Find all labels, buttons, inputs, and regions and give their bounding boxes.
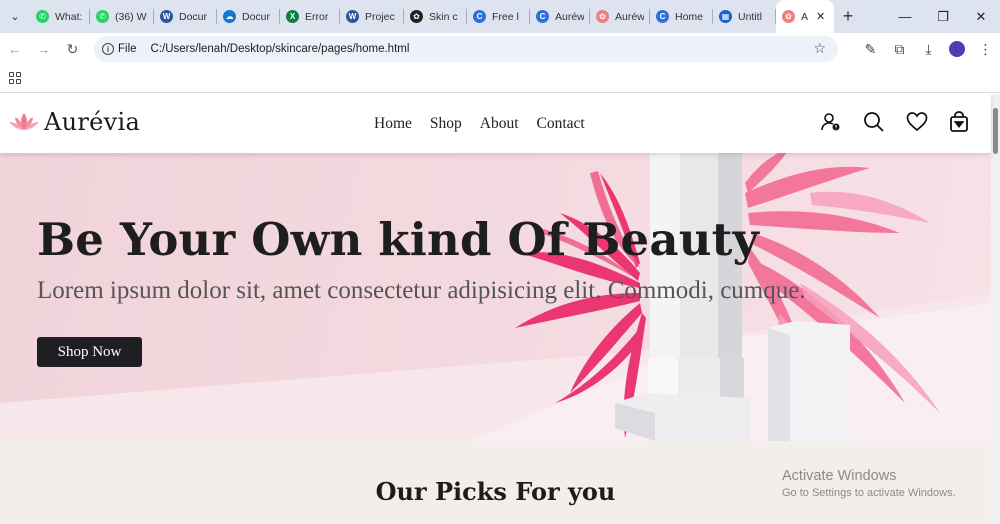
activate-subtitle: Go to Settings to activate Windows. <box>782 487 956 499</box>
tab-favicon-icon: C <box>536 10 549 23</box>
browser-menu-icon[interactable]: ⋮ <box>971 41 1000 58</box>
hero-subtitle: Lorem ipsum dolor sit, amet consectetur … <box>37 277 806 304</box>
tab-favicon-icon: C <box>656 10 669 23</box>
toolbar-actions: ✎ ⧉ ⤓ L ⋮ <box>856 33 1000 65</box>
apps-grid-icon[interactable] <box>9 72 21 84</box>
download-icon[interactable]: ⤓ <box>914 41 943 58</box>
tab-label: Error <box>305 10 329 23</box>
browser-tab[interactable]: W Projec <box>340 0 404 33</box>
tab-label: Docur <box>242 10 271 23</box>
our-picks-section: Our Picks For you Activate Windows Go to… <box>0 441 991 524</box>
tab-favicon-icon: ✿ <box>596 10 609 23</box>
tab-favicon-icon: X <box>286 10 299 23</box>
tab-favicon-icon: W <box>346 10 359 23</box>
tab-label: (36) W <box>115 10 147 23</box>
main-nav: Home Shop About Contact <box>374 115 585 133</box>
tab-favicon-icon: ☁ <box>223 10 236 23</box>
nav-about[interactable]: About <box>480 115 519 133</box>
hero-title: Be Your Own kind Of Beauty <box>37 213 759 266</box>
file-label: File <box>118 43 137 55</box>
tab-label: What: <box>55 10 83 23</box>
lotus-icon <box>9 113 39 130</box>
new-tab-button[interactable]: + <box>834 6 862 27</box>
search-icon[interactable] <box>863 111 885 133</box>
browser-tab[interactable]: ✿ Skin c <box>404 0 467 33</box>
page-scrollbar[interactable] <box>991 94 1000 524</box>
shopping-bag-icon[interactable] <box>949 111 969 133</box>
browser-tab[interactable]: X Error <box>280 0 340 33</box>
activate-windows-watermark: Activate Windows Go to Settings to activ… <box>782 468 956 499</box>
close-tab-icon[interactable]: ✕ <box>816 10 825 23</box>
site-header: Aurévia Home Shop About Contact <box>0 94 991 153</box>
tab-favicon-icon: ✆ <box>36 10 49 23</box>
bookmark-star-icon[interactable]: ☆ <box>813 40 826 57</box>
minimize-icon[interactable]: — <box>886 9 924 24</box>
tab-favicon-icon: ✿ <box>410 10 423 23</box>
browser-toolbar: ← → ↻ i File C:/Users/lenah/Desktop/skin… <box>0 33 1000 65</box>
address-bar[interactable]: i File C:/Users/lenah/Desktop/skincare/p… <box>94 36 838 62</box>
forward-icon[interactable]: → <box>29 41 58 57</box>
tab-label: Untitl <box>738 10 762 23</box>
hero-section: Be Your Own kind Of Beauty Lorem ipsum d… <box>0 153 991 441</box>
tab-label: A <box>801 10 809 23</box>
browser-tab[interactable]: ✿ Auréw <box>590 0 650 33</box>
tab-favicon-icon: ✿ <box>782 10 795 23</box>
restore-icon[interactable]: ❐ <box>924 9 962 25</box>
browser-tab[interactable]: C Home <box>650 0 713 33</box>
browser-tab[interactable]: C Free l <box>467 0 530 33</box>
tab-strip: ⌄ ✆ What: ✆ (36) W W Docur ☁ Docur X Error W Projec… <box>0 0 1000 33</box>
tab-label: Docur <box>179 10 208 23</box>
heart-icon[interactable] <box>906 111 928 133</box>
bookmarks-bar <box>0 65 1000 93</box>
back-icon[interactable]: ← <box>0 41 29 57</box>
close-window-icon[interactable]: ✕ <box>962 9 1000 25</box>
nav-shop[interactable]: Shop <box>430 115 462 133</box>
browser-tab[interactable]: ▦ Untitl <box>713 0 776 33</box>
scrollbar-thumb[interactable] <box>993 108 998 154</box>
profile-avatar[interactable]: L <box>949 41 965 57</box>
tab-label: Auréw <box>615 10 644 23</box>
tab-label: Skin c <box>429 10 458 23</box>
browser-tab[interactable]: ☁ Docur <box>217 0 280 33</box>
page-viewport: Aurévia Home Shop About Contact Be Your … <box>0 94 1000 524</box>
site-info-icon[interactable]: i <box>102 43 114 55</box>
tab-list: ✆ What: ✆ (36) W W Docur ☁ Docur X Error W Projec ✿ S… <box>30 0 834 33</box>
url-text[interactable]: C:/Users/lenah/Desktop/skincare/pages/ho… <box>151 43 410 55</box>
tab-label: Auréw <box>555 10 584 23</box>
nav-home[interactable]: Home <box>374 115 412 133</box>
tab-favicon-icon: W <box>160 10 173 23</box>
browser-tab[interactable]: ✿ A ✕ <box>776 0 834 33</box>
tab-search-icon[interactable]: ⌄ <box>0 0 30 33</box>
brand-name: Aurévia <box>44 108 141 136</box>
tab-label: Projec <box>365 10 395 23</box>
window-controls: — ❐ ✕ <box>886 0 1000 33</box>
browser-tab[interactable]: ✆ What: <box>30 0 90 33</box>
browser-tab[interactable]: W Docur <box>154 0 217 33</box>
browser-tab[interactable]: C Auréw <box>530 0 590 33</box>
browser-tab[interactable]: ✆ (36) W <box>90 0 154 33</box>
tab-label: Home <box>675 10 704 23</box>
header-icons <box>820 111 969 133</box>
tab-favicon-icon: ▦ <box>719 10 732 23</box>
tab-favicon-icon: ✆ <box>96 10 109 23</box>
activate-title: Activate Windows <box>782 468 897 484</box>
user-icon[interactable] <box>820 111 842 133</box>
tab-label: Free l <box>492 10 519 23</box>
extensions-icon[interactable]: ⧉ <box>885 41 914 58</box>
eyedropper-icon[interactable]: ✎ <box>856 41 885 58</box>
tab-favicon-icon: C <box>473 10 486 23</box>
reload-icon[interactable]: ↻ <box>58 41 87 58</box>
brand-logo[interactable]: Aurévia <box>8 108 140 136</box>
shop-now-button[interactable]: Shop Now <box>37 337 142 367</box>
nav-contact[interactable]: Contact <box>537 115 585 133</box>
